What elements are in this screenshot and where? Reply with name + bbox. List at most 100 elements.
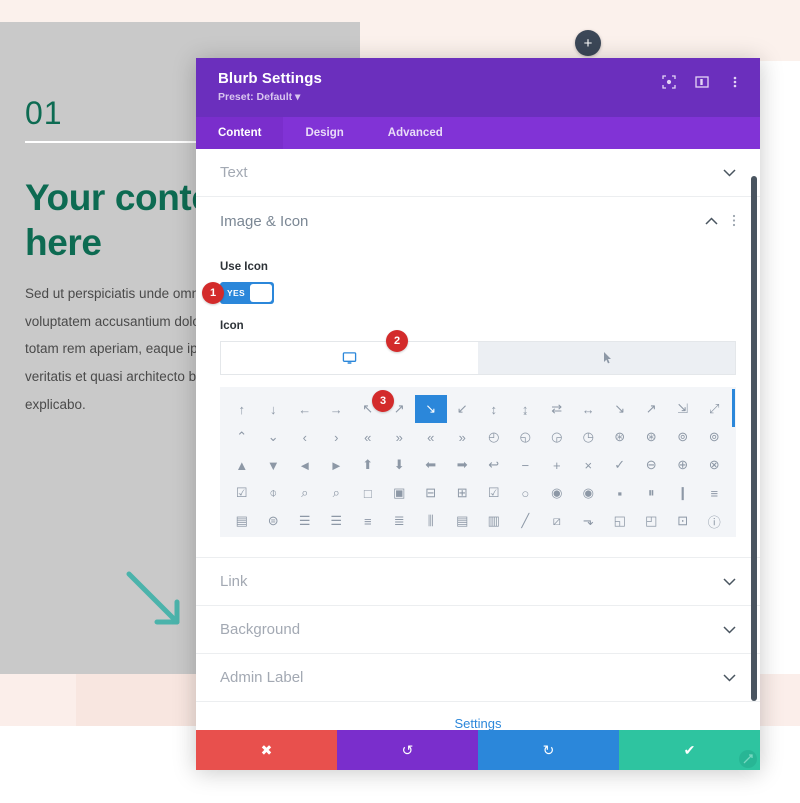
focus-target-icon[interactable] <box>661 74 676 89</box>
icon-grid-cell[interactable]: ⫼ <box>415 507 447 535</box>
tab-content[interactable]: Content <box>196 117 284 149</box>
chevron-down-icon[interactable] <box>723 624 736 636</box>
chevron-down-icon[interactable] <box>723 576 736 588</box>
icon-grid-cell[interactable]: « <box>415 423 447 451</box>
icon-grid-cell[interactable]: □ <box>352 479 384 507</box>
chevron-down-icon[interactable] <box>723 672 736 684</box>
icon-grid-cell[interactable]: ⏸ <box>636 479 668 507</box>
section-header-background[interactable]: Background <box>196 606 760 654</box>
icon-grid-cell[interactable]: ◷ <box>573 423 605 451</box>
icon-grid-cell[interactable]: ⬇ <box>384 451 416 479</box>
icon-grid-cell[interactable]: ✓ <box>604 451 636 479</box>
icon-grid-cell[interactable]: ↑ <box>226 395 258 423</box>
icon-grid-cell[interactable]: ≣ <box>384 507 416 535</box>
icon-grid-cell[interactable]: « <box>352 423 384 451</box>
icon-grid-cell[interactable]: ◄ <box>289 451 321 479</box>
icon-grid-cell[interactable]: » <box>447 423 479 451</box>
icon-grid-cell[interactable]: ❙ <box>667 479 699 507</box>
section-header-link[interactable]: Link <box>196 558 760 606</box>
icon-grid-cell[interactable]: ⌃ <box>226 423 258 451</box>
icon-grid-cell[interactable]: ○ <box>510 479 542 507</box>
icon-grid-cell[interactable]: ⓘ <box>258 535 290 537</box>
icon-grid-cell[interactable]: ⊡ <box>667 507 699 535</box>
modal-scrollbar[interactable] <box>751 176 757 701</box>
icon-grid-cell[interactable]: ◶ <box>541 423 573 451</box>
icon-grid-cell[interactable]: ⊕ <box>667 451 699 479</box>
icon-grid-cell[interactable]: » <box>384 423 416 451</box>
layout-columns-icon[interactable] <box>694 74 709 89</box>
icon-grid-cell[interactable]: ⊚ <box>699 423 731 451</box>
icon-grid-cell[interactable]: ╱ <box>510 507 542 535</box>
icon-grid-cell[interactable]: ➡ <box>447 451 479 479</box>
resize-handle-icon[interactable] <box>738 749 758 769</box>
icon-grid-cell[interactable]: ⊛ <box>604 423 636 451</box>
section-kebab-menu-icon[interactable] <box>732 214 736 229</box>
icon-grid-cell[interactable]: ↩ <box>478 451 510 479</box>
icon-picker-secondary[interactable] <box>478 342 735 374</box>
icon-grid-cell[interactable]: ▤ <box>447 507 479 535</box>
icon-grid-cell[interactable]: ⬆ <box>352 451 384 479</box>
add-section-button[interactable]: + <box>575 30 601 56</box>
icon-grid-cell[interactable]: ▪ <box>604 479 636 507</box>
icon-grid-cell[interactable]: ⊞ <box>447 479 479 507</box>
icon-grid-cell[interactable]: → <box>321 395 353 423</box>
icon-grid-cell[interactable]: ⬅ <box>415 451 447 479</box>
icon-grid-cell[interactable]: ⓘ <box>226 535 258 537</box>
icon-preview-button[interactable] <box>221 342 478 374</box>
icon-grid-cell[interactable]: ↕ <box>478 395 510 423</box>
icon-grid-cell[interactable]: ⊟ <box>415 479 447 507</box>
icon-grid-cell[interactable]: ⬎ <box>573 507 605 535</box>
tab-design[interactable]: Design <box>283 117 365 149</box>
icon-grid-cell[interactable]: ⌕ <box>321 479 353 507</box>
icon-grid-cell[interactable]: ⧄ <box>541 507 573 535</box>
icon-grid-cell[interactable]: ⍰ <box>321 535 353 537</box>
icon-grid-cell[interactable]: ▼ <box>258 451 290 479</box>
icon-grid-cell[interactable]: ? <box>352 535 384 537</box>
icon-grid-cell[interactable]: ⤢ <box>699 395 731 423</box>
icon-grid-cell[interactable]: ⓘ <box>699 507 731 535</box>
cancel-button[interactable]: ✖ <box>196 730 337 770</box>
icon-grid-cell[interactable]: ☰ <box>289 507 321 535</box>
icon-grid-cell[interactable]: ↓ <box>258 395 290 423</box>
icon-grid-cell[interactable]: − <box>510 451 542 479</box>
icon-grid-cell[interactable]: ‹ <box>289 423 321 451</box>
icon-grid-cell[interactable]: ⇄ <box>541 395 573 423</box>
icon-grid-cell[interactable]: ≡ <box>699 479 731 507</box>
icon-grid-cell[interactable]: ▥ <box>478 507 510 535</box>
redo-button[interactable]: ↻ <box>478 730 619 770</box>
save-button[interactable]: ✔ <box>619 730 760 770</box>
icon-grid-cell[interactable]: ↘ <box>604 395 636 423</box>
icon-grid-cell[interactable]: ⌕ <box>289 479 321 507</box>
icon-grid-cell[interactable]: ↗ <box>636 395 668 423</box>
use-icon-toggle[interactable]: YES <box>220 282 274 304</box>
undo-button[interactable]: ↺ <box>337 730 478 770</box>
icon-grid-cell[interactable]: ⇲ <box>667 395 699 423</box>
icon-grid-cell[interactable]: ◉ <box>541 479 573 507</box>
icon-grid-cell[interactable]: ⚠ <box>289 535 321 537</box>
icon-grid-cell[interactable]: ▣ <box>384 479 416 507</box>
modal-preset-selector[interactable]: Preset: Default ▾ <box>218 91 661 103</box>
tab-advanced[interactable]: Advanced <box>366 117 465 149</box>
icon-grid-cell[interactable]: ⊚ <box>667 423 699 451</box>
icon-grid-cell[interactable]: ⊗ <box>699 451 731 479</box>
icon-grid-cell[interactable]: ↙ <box>447 395 479 423</box>
icon-grid-cell[interactable]: ☑ <box>478 479 510 507</box>
icon-grid-scrollbar[interactable] <box>732 389 735 427</box>
kebab-menu-icon[interactable] <box>727 74 742 89</box>
icon-grid-cell[interactable]: × <box>573 451 605 479</box>
icon-grid-cell[interactable]: ► <box>321 451 353 479</box>
icon-grid-cell[interactable]: ⊖ <box>636 451 668 479</box>
icon-grid-cell[interactable]: ☑ <box>226 479 258 507</box>
icon-grid-cell[interactable]: ↔ <box>573 395 605 423</box>
icon-grid-cell[interactable]: ▲ <box>226 451 258 479</box>
icon-grid-cell-selected[interactable]: ↘ <box>415 395 447 423</box>
icon-grid-cell[interactable]: ◰ <box>636 507 668 535</box>
icon-grid-cell[interactable]: › <box>321 423 353 451</box>
icon-grid-cell[interactable]: ≡ <box>352 507 384 535</box>
icon-grid-cell[interactable]: ⊛ <box>636 423 668 451</box>
icon-grid-cell[interactable]: ⊜ <box>258 507 290 535</box>
icon-grid-cell[interactable]: ← <box>289 395 321 423</box>
icon-grid-cell[interactable]: ◵ <box>510 423 542 451</box>
icon-grid-cell[interactable]: ◉ <box>573 479 605 507</box>
icon-grid-cell[interactable]: ▤ <box>226 507 258 535</box>
